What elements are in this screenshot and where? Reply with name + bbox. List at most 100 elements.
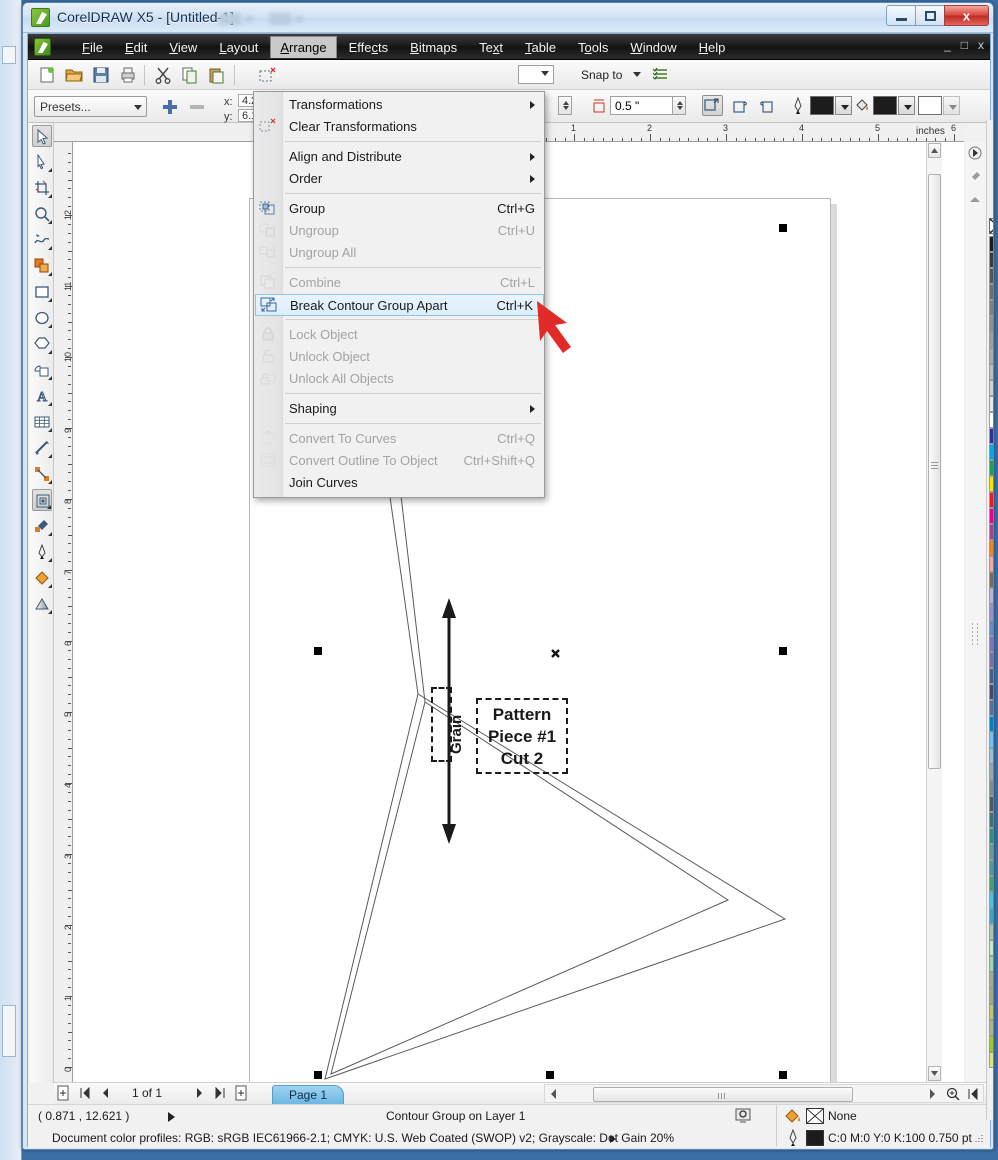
prev-page-button[interactable]: [99, 1087, 111, 1102]
menu-table[interactable]: Table: [515, 36, 566, 59]
smart-fill-tool[interactable]: [32, 255, 52, 277]
docker-eyedropper-button[interactable]: [968, 170, 984, 186]
connector-tool[interactable]: [32, 463, 52, 485]
palette-swatch[interactable]: [989, 396, 993, 412]
palette-swatch[interactable]: [989, 604, 993, 620]
next-page-button[interactable]: [194, 1087, 206, 1102]
palette-swatch[interactable]: [989, 860, 993, 876]
horizontal-scroll-thumb[interactable]: [593, 1087, 853, 1102]
outline-width-input[interactable]: 0.5 ": [610, 96, 680, 115]
palette-swatch[interactable]: [989, 268, 993, 284]
docker-grip[interactable]: [968, 622, 984, 645]
clear-transform-toolbar-icon[interactable]: [256, 64, 278, 86]
doc-restore-button[interactable]: □: [961, 38, 968, 52]
palette-swatch[interactable]: [989, 972, 993, 988]
palette-swatch[interactable]: [989, 1036, 993, 1052]
menu-window[interactable]: Window: [620, 36, 686, 59]
shape-tool[interactable]: [32, 151, 52, 173]
zoom-dropdown-arrow-icon[interactable]: [541, 71, 549, 76]
menu-effects[interactable]: Effects: [339, 36, 399, 59]
palette-swatch[interactable]: [989, 876, 993, 892]
ellipse-tool[interactable]: [32, 307, 52, 329]
hscroll-right-arrow[interactable]: [925, 1087, 939, 1101]
polygon-tool[interactable]: [32, 333, 52, 355]
page-tab-1[interactable]: Page 1: [272, 1085, 344, 1105]
palette-swatch[interactable]: [989, 1052, 993, 1068]
scroll-up-arrow[interactable]: [928, 143, 941, 158]
menu-item-shaping[interactable]: Shaping: [255, 398, 545, 420]
arrange-dropdown-menu[interactable]: Transformations Clear Transformations Alig…: [253, 91, 545, 498]
palette-swatch[interactable]: [989, 988, 993, 1004]
minimize-button[interactable]: [886, 5, 915, 26]
menu-tools[interactable]: Tools: [568, 36, 618, 59]
palette-swatch[interactable]: [989, 444, 993, 460]
palette-swatch[interactable]: [989, 940, 993, 956]
palette-swatch[interactable]: [989, 908, 993, 924]
palette-swatch[interactable]: [989, 748, 993, 764]
palette-swatch[interactable]: [989, 652, 993, 668]
outline-color-swatch[interactable]: [810, 96, 834, 115]
palette-swatch[interactable]: [989, 348, 993, 364]
eyedropper-tool[interactable]: [32, 515, 52, 537]
selection-handle-bl[interactable]: [314, 1071, 322, 1079]
palette-swatch[interactable]: [989, 252, 993, 268]
menu-view[interactable]: View: [159, 36, 207, 59]
text-wrap-button[interactable]: [756, 95, 778, 117]
palette-swatch[interactable]: [989, 620, 993, 636]
selection-handle-tr[interactable]: [779, 224, 787, 232]
fill-color-swatch[interactable]: [873, 96, 897, 115]
palette-swatch[interactable]: [989, 428, 993, 444]
outline-width-spinner[interactable]: [672, 96, 686, 115]
horizontal-scrollbar[interactable]: [544, 1084, 984, 1103]
palette-swatch[interactable]: [989, 300, 993, 316]
scale-outline-button[interactable]: [702, 95, 723, 116]
new-document-button[interactable]: [36, 64, 58, 86]
outline-color-dropdown[interactable]: [835, 96, 852, 115]
vertical-ruler[interactable]: 1211109876543210inches: [54, 142, 73, 1082]
palette-swatch[interactable]: [989, 380, 993, 396]
palette-swatch[interactable]: [989, 492, 993, 508]
apply-wrap-button[interactable]: [730, 95, 752, 117]
fill-color-dropdown[interactable]: [898, 96, 915, 115]
zoom-to-fit-button[interactable]: [945, 1087, 961, 1102]
fill-bucket-icon[interactable]: [854, 95, 869, 117]
paste-button[interactable]: [206, 64, 228, 86]
palette-swatch[interactable]: [989, 732, 993, 748]
palette-none-swatch[interactable]: [989, 218, 993, 234]
snap-to-label[interactable]: Snap to: [581, 68, 622, 82]
palette-swatch[interactable]: [989, 412, 993, 428]
pick-tool[interactable]: [32, 125, 52, 147]
palette-swatch[interactable]: [989, 684, 993, 700]
palette-swatch[interactable]: [989, 668, 993, 684]
palette-swatch[interactable]: [989, 828, 993, 844]
rectangle-tool[interactable]: [32, 281, 52, 303]
palette-swatch[interactable]: [989, 476, 993, 492]
menu-item-clear-transformations[interactable]: Clear Transformations: [255, 116, 545, 138]
menu-bitmaps[interactable]: Bitmaps: [400, 36, 467, 59]
palette-swatch[interactable]: [989, 924, 993, 940]
palette-swatch[interactable]: [989, 316, 993, 332]
palette-swatch[interactable]: [989, 700, 993, 716]
palette-swatch[interactable]: [989, 572, 993, 588]
scroll-down-arrow[interactable]: [928, 1066, 941, 1081]
resize-grip[interactable]: [972, 1133, 984, 1145]
menu-edit[interactable]: Edit: [115, 36, 157, 59]
hscroll-left-arrow[interactable]: [547, 1087, 561, 1101]
transparency-swatch[interactable]: [918, 96, 942, 115]
menu-file[interactable]: File: [72, 36, 113, 59]
vertical-scrollbar[interactable]: [926, 142, 942, 1082]
selection-handle-bc[interactable]: [546, 1071, 554, 1079]
palette-swatch[interactable]: [989, 332, 993, 348]
palette-swatch[interactable]: [989, 1020, 993, 1036]
blend-tool[interactable]: [32, 489, 52, 511]
palette-swatch[interactable]: [989, 588, 993, 604]
palette-swatch[interactable]: [989, 956, 993, 972]
palette-swatch[interactable]: [989, 780, 993, 796]
menu-item-align-and-distribute[interactable]: Align and Distribute: [255, 146, 545, 168]
first-page-button[interactable]: [79, 1086, 91, 1102]
rotation-spinner[interactable]: [558, 96, 572, 115]
palette-swatch[interactable]: [989, 764, 993, 780]
menu-layout[interactable]: Layout: [209, 36, 268, 59]
add-page-end-icon[interactable]: [234, 1085, 251, 1103]
open-document-button[interactable]: [63, 64, 85, 86]
